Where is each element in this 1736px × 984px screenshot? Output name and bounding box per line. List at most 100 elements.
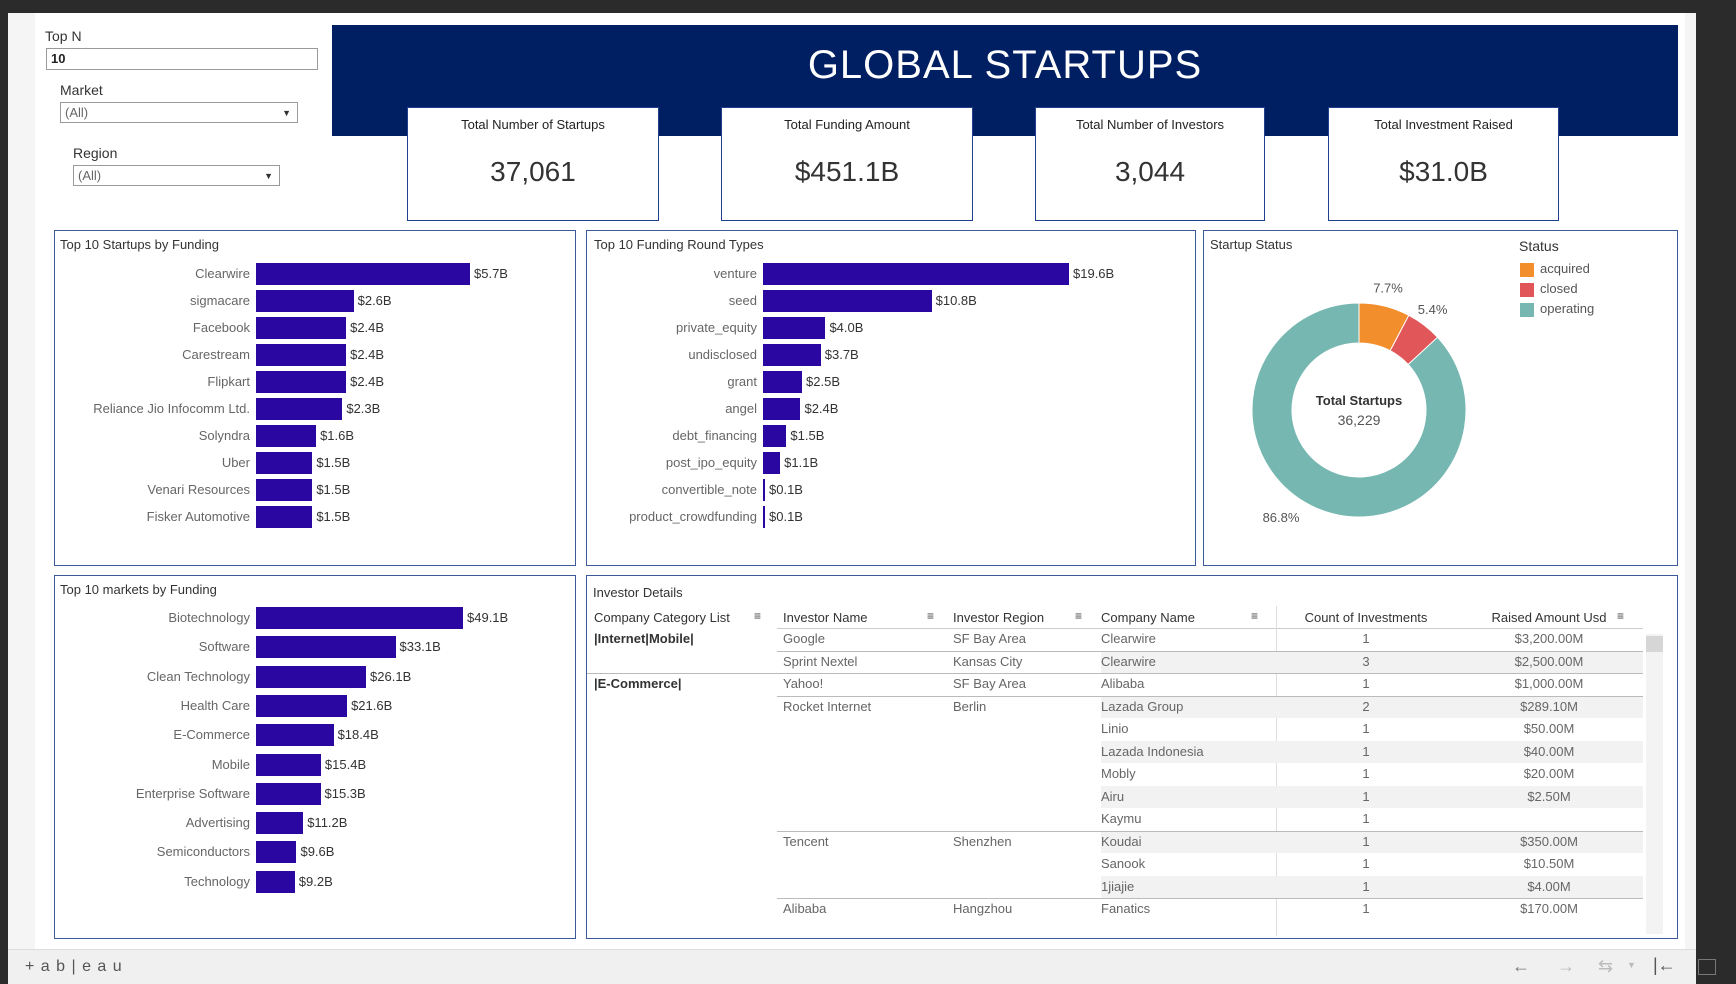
table-cell: 3 (1362, 653, 1370, 669)
table-row[interactable]: Linio 1 $50.00M (587, 718, 1643, 740)
table-cell: $350.00M (1520, 833, 1578, 849)
table-cell: Sanook (1101, 856, 1146, 871)
investor-details-panel: Investor Details Company Category List ≡ I… (586, 575, 1678, 939)
bar[interactable] (763, 263, 1069, 285)
table-row[interactable]: Rocket Internet Berlin Lazada Group 2 $289.1… (587, 696, 1643, 718)
table-row[interactable]: Kaymu 1 (587, 808, 1643, 830)
table-row[interactable]: Sprint Nextel Kansas City Clearwire 3 $2,500… (587, 651, 1643, 673)
table-row[interactable]: 1jiajie 1 $4.00M (587, 876, 1643, 898)
bar[interactable] (256, 694, 348, 717)
bar[interactable] (256, 753, 321, 776)
bar[interactable] (256, 452, 313, 474)
bar[interactable] (763, 398, 801, 420)
sort-icon[interactable]: ≡ (1251, 609, 1258, 623)
table-cell: Rocket Internet (783, 698, 872, 714)
header-company-name[interactable]: Company Name (1101, 610, 1273, 625)
bar-value-label: $10.8B (935, 293, 977, 308)
redo-icon[interactable]: → (1557, 956, 1575, 977)
tableau-logo-icon[interactable]: + a b | e a u (25, 958, 123, 976)
topn-input[interactable]: 10 (46, 48, 318, 70)
header-label: Count of Investments (1304, 610, 1428, 625)
revert-icon[interactable]: ⇆ (1598, 956, 1613, 977)
header-company-category[interactable]: Company Category List (594, 610, 776, 625)
scrollbar-thumb[interactable] (1646, 636, 1663, 652)
bar[interactable] (256, 398, 343, 420)
status-donut-chart: 7.7% 5.4% 86.8% Total Startups 36,229 (1251, 281, 1467, 525)
header-label: Company Category List (594, 610, 730, 625)
table-cell: Hangzhou (953, 901, 1013, 916)
header-count-investments[interactable]: Count of Investments (1277, 610, 1455, 625)
table-cell: 1 (1362, 811, 1370, 826)
header-label: Investor Name (783, 610, 868, 625)
bar-category-label: grant (727, 374, 757, 389)
market-filter-dropdown[interactable]: (All) ▼ (60, 102, 298, 123)
bar-category-label: private_equity (676, 320, 757, 335)
table-cell: Lazada Group (1101, 698, 1184, 714)
header-raised-amount[interactable]: Raised Amount Usd (1459, 610, 1639, 625)
sort-icon[interactable]: ≡ (1617, 609, 1624, 623)
bar[interactable] (256, 870, 295, 893)
sort-icon[interactable]: ≡ (1075, 609, 1082, 623)
table-cell: 2 (1362, 698, 1370, 714)
bar[interactable] (763, 317, 826, 339)
table-cell: 1 (1362, 743, 1370, 759)
bar[interactable] (256, 506, 313, 528)
bar[interactable] (763, 479, 765, 501)
table-row[interactable]: Sanook 1 $10.50M (587, 853, 1643, 875)
bar[interactable] (763, 290, 932, 312)
bar[interactable] (256, 290, 354, 312)
kpi-value: $451.1B (794, 156, 900, 187)
table-row[interactable]: Lazada Indonesia 1 $40.00M (587, 741, 1643, 763)
bar-value-label: $2.6B (357, 293, 392, 308)
kpi-card-funding: Total Funding Amount $451.1B (721, 107, 973, 221)
dashboard-title: GLOBAL STARTUPS (807, 43, 1203, 87)
table-row[interactable]: Tencent Shenzhen Koudai 1 $350.00M (587, 831, 1643, 853)
bar[interactable] (256, 841, 297, 864)
table-scrollbar[interactable] (1646, 634, 1663, 934)
bar[interactable] (256, 724, 334, 747)
undo-icon[interactable]: ← (1512, 956, 1530, 977)
table-row[interactable]: |E-Commerce| Yahoo! SF Bay Area Alibaba 1 $1,… (587, 673, 1643, 695)
bar[interactable] (256, 263, 470, 285)
bar[interactable] (256, 317, 347, 339)
region-filter-dropdown[interactable]: (All) ▼ (73, 165, 280, 186)
reset-icon[interactable]: |← (1653, 955, 1676, 976)
table-row[interactable]: Alibaba Hangzhou Fanatics 1 $170.00M (587, 898, 1643, 920)
group-divider (777, 898, 1643, 899)
sort-icon[interactable]: ≡ (754, 609, 761, 623)
bar[interactable] (763, 344, 821, 366)
fullscreen-icon[interactable] (1698, 959, 1716, 975)
bar-value-label: $2.4B (804, 401, 839, 416)
table-cell: Kansas City (953, 653, 1023, 669)
bar[interactable] (763, 425, 787, 447)
group-divider (777, 830, 1643, 832)
bar[interactable] (763, 371, 803, 393)
bar[interactable] (256, 425, 317, 447)
bar[interactable] (256, 479, 313, 501)
table-cell: Sprint Nextel (783, 653, 858, 669)
bar[interactable] (256, 812, 304, 835)
table-row[interactable]: Mobly 1 $20.00M (587, 763, 1643, 785)
chevron-down-icon[interactable]: ▼ (1627, 960, 1636, 970)
investor-table[interactable]: Company Category List ≡ Investor Name ≡ Inve… (587, 606, 1677, 938)
header-investor-name[interactable]: Investor Name (783, 610, 949, 625)
bar[interactable] (256, 782, 321, 805)
bar-value-label: $11.2B (307, 815, 348, 831)
bar[interactable] (256, 371, 347, 393)
bar[interactable] (256, 665, 367, 688)
table-cell: 1 (1362, 833, 1370, 849)
sort-icon[interactable]: ≡ (927, 609, 934, 623)
markets-bar-chart: Biotechnology $49.1B Software $33.1B Clean T… (55, 576, 575, 938)
bar-category-label: Health Care (180, 697, 250, 713)
table-cell: Berlin (953, 698, 987, 714)
bar[interactable] (256, 344, 347, 366)
bar[interactable] (763, 506, 765, 528)
table-cell: $10.50M (1523, 856, 1575, 871)
table-cell: $20.00M (1523, 766, 1575, 781)
table-row[interactable]: |Internet|Mobile| Google SF Bay Area Clearw… (587, 628, 1643, 650)
bar[interactable] (256, 607, 463, 629)
bar[interactable] (256, 636, 396, 659)
bar[interactable] (763, 452, 781, 474)
bar-value-label: $1.5B (316, 509, 351, 524)
table-row[interactable]: Airu 1 $2.50M (587, 786, 1643, 808)
